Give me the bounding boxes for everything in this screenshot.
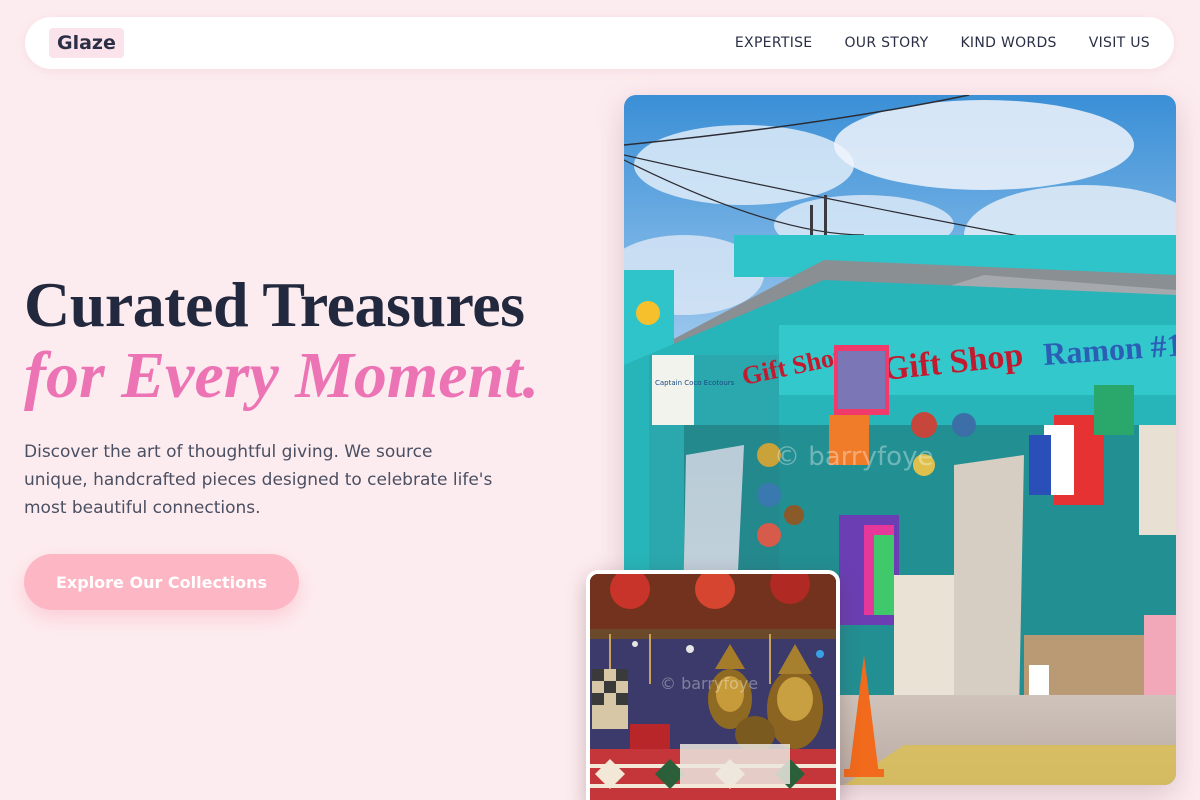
small-sign: Captain Coco Ecotours — [655, 379, 735, 387]
navbar: Glaze EXPERTISE OUR STORY KIND WORDS VIS… — [25, 17, 1174, 69]
page: Glaze EXPERTISE OUR STORY KIND WORDS VIS… — [0, 0, 1200, 800]
figurines-illustration: © barryfoye — [590, 574, 836, 800]
nav-links: EXPERTISE OUR STORY KIND WORDS VISIT US — [735, 35, 1150, 51]
figurines-photo: © barryfoye — [586, 570, 840, 800]
hero-description: Discover the art of thoughtful giving. W… — [24, 442, 493, 518]
nav-link-our-story[interactable]: OUR STORY — [844, 35, 928, 51]
nav-link-visit-us[interactable]: VISIT US — [1089, 35, 1150, 51]
nav-link-kind-words[interactable]: KIND WORDS — [960, 35, 1056, 51]
hero-title-line2: for Every Moment. — [24, 339, 540, 412]
nav-link-expertise[interactable]: EXPERTISE — [735, 35, 813, 51]
explore-collections-button[interactable]: Explore Our Collections — [24, 554, 299, 610]
watermark-small: © barryfoye — [660, 674, 758, 693]
hero-title-line1: Curated Treasures — [24, 269, 525, 340]
logo[interactable]: Glaze — [49, 28, 124, 58]
watermark-main: © barryfoye — [774, 442, 933, 472]
